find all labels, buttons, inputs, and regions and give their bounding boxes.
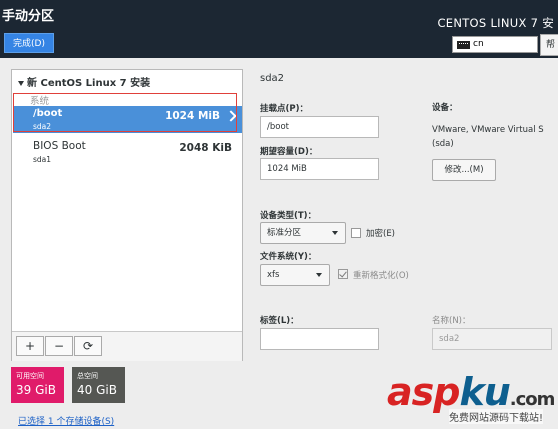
add-partition-button[interactable]: +: [16, 336, 44, 356]
chevron-down-icon: [316, 273, 322, 277]
encrypt-label: 加密(E): [366, 229, 396, 239]
chevron-down-icon: [332, 231, 338, 235]
device-subvalue: (sda): [432, 139, 454, 149]
total-space-box: 总空间 40 GiB: [72, 367, 125, 403]
product-title: CENTOS LINUX 7 安: [437, 16, 554, 30]
watermark-brand-a: asp: [387, 370, 460, 414]
desired-capacity-input[interactable]: 1024 MiB: [260, 158, 379, 180]
reformat-checkbox[interactable]: [338, 269, 348, 279]
remove-partition-button[interactable]: −: [45, 336, 73, 356]
installation-label: 新 CentOS Linux 7 安装: [27, 78, 151, 89]
top-header-bar: 手动分区 CENTOS LINUX 7 安 完成(D) cn 帮: [0, 0, 558, 58]
watermark-brand-b: ku: [459, 370, 510, 414]
device-label: 设备：: [432, 103, 458, 113]
watermark-tagline: 免费网站源码下载站!: [449, 409, 544, 424]
keyboard-layout-label: cn: [473, 39, 484, 49]
desired-capacity-label: 期望容量(D)：: [260, 147, 318, 157]
filesystem-select[interactable]: xfs: [260, 264, 330, 286]
partition-detail-title: sda2: [260, 73, 285, 84]
available-space-box: 可用空间 39 GiB: [11, 367, 64, 403]
device-value: VMware, VMware Virtual S: [432, 125, 544, 135]
device-type-label: 设备类型(T)：: [260, 211, 317, 221]
mount-point-label: 挂载点(P)：: [260, 104, 308, 114]
expand-arrow-icon: [18, 80, 24, 86]
keyboard-icon: [457, 41, 470, 49]
filesystem-value: xfs: [267, 270, 280, 280]
available-space-value: 39 GiB: [16, 383, 56, 397]
watermark-brand-c: .com: [509, 389, 556, 410]
name-input: sda2: [432, 328, 552, 350]
partition-toolbar: + − ⟳: [12, 331, 242, 361]
modify-device-button[interactable]: 修改...(M): [432, 159, 496, 181]
filesystem-label: 文件系统(Y)：: [260, 252, 317, 262]
selected-devices-link[interactable]: 已选择 1 个存储设备(S): [18, 414, 114, 427]
device-type-value: 标准分区: [267, 228, 302, 238]
tag-label: 标签(L)：: [260, 316, 299, 326]
encrypt-checkbox[interactable]: [351, 228, 361, 238]
total-space-label: 总空间: [77, 372, 98, 380]
mount-point-input[interactable]: /boot: [260, 116, 379, 138]
partition-row-bios-boot[interactable]: BIOS Boot sda1 2048 KiB: [13, 139, 242, 167]
installation-tree-header[interactable]: 新 CentOS Linux 7 安装: [18, 74, 150, 89]
page-title: 手动分区: [2, 9, 55, 24]
help-button[interactable]: 帮: [540, 34, 558, 56]
partition-size: 2048 KiB: [179, 142, 232, 154]
partition-device: sda1: [33, 155, 52, 164]
name-label: 名称(N)：: [432, 316, 471, 326]
tag-input[interactable]: [260, 328, 379, 350]
partition-list-panel: 新 CentOS Linux 7 安装 系统 /boot sda2 1024 M…: [11, 69, 243, 361]
done-button[interactable]: 完成(D): [4, 33, 54, 53]
device-type-select[interactable]: 标准分区: [260, 222, 346, 244]
reformat-label: 重新格式化(O): [353, 271, 409, 281]
keyboard-layout-indicator[interactable]: cn: [452, 36, 538, 53]
highlight-annotation-box: [13, 93, 237, 132]
total-space-value: 40 GiB: [77, 383, 117, 397]
watermark-logo: aspku.com: [387, 370, 556, 414]
partition-name: BIOS Boot: [33, 140, 86, 152]
refresh-button[interactable]: ⟳: [74, 336, 102, 356]
available-space-label: 可用空间: [16, 372, 44, 380]
